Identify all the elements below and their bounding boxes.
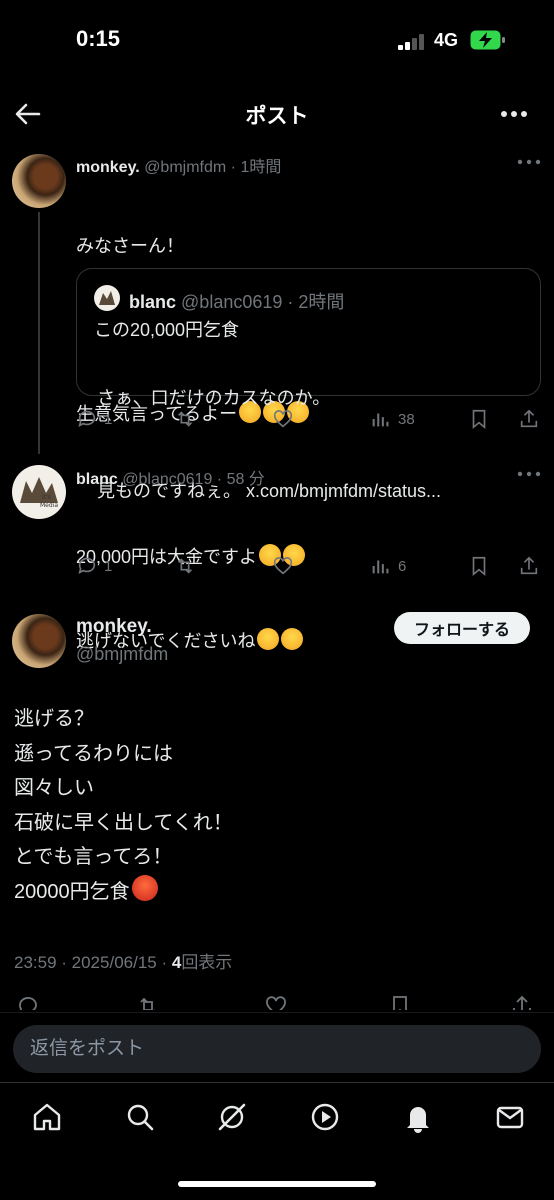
handle: @bmjmfdm xyxy=(76,644,169,664)
reply-icon xyxy=(78,410,96,427)
heart-icon xyxy=(273,557,293,575)
views-count: 4 xyxy=(171,953,182,972)
grok-icon[interactable] xyxy=(216,1101,248,1133)
analytics-icon xyxy=(372,413,389,427)
repost-button[interactable] xyxy=(174,552,196,580)
search-icon[interactable] xyxy=(124,1101,156,1133)
more-options-icon[interactable] xyxy=(517,471,541,477)
repost-icon[interactable] xyxy=(136,994,160,1010)
crying-emoji xyxy=(255,628,304,651)
share-icon[interactable] xyxy=(510,994,534,1010)
reply-button[interactable]: 1 xyxy=(76,405,112,433)
svg-text:Media: Media xyxy=(40,502,58,509)
bookmark-icon xyxy=(472,556,486,577)
battery-charging-icon xyxy=(470,30,505,50)
bookmark-button[interactable] xyxy=(468,552,490,580)
handle: @blanc0619 xyxy=(122,471,213,488)
thread-connector xyxy=(38,212,40,454)
reply-input[interactable] xyxy=(13,1025,541,1073)
bookmark-icon[interactable] xyxy=(388,994,412,1010)
status-time: 0:15 xyxy=(76,26,121,51)
like-button[interactable] xyxy=(272,405,294,433)
messages-icon[interactable] xyxy=(494,1101,526,1133)
repost-icon xyxy=(177,411,193,427)
quoted-post[interactable]: blanc @blanc0619 · 2時間 さぁ、口だけのカスなのか。 見もの… xyxy=(76,268,541,501)
tweet-actions: 1 38 xyxy=(76,405,540,433)
avatar[interactable] xyxy=(12,154,66,208)
share-button[interactable] xyxy=(518,405,540,433)
views-button[interactable]: 6 xyxy=(370,552,406,580)
home-icon[interactable] xyxy=(31,1101,63,1133)
display-name[interactable]: blanc xyxy=(76,471,118,488)
post-actions xyxy=(0,990,554,1010)
post-time: 58 分 xyxy=(226,471,265,488)
repost-icon xyxy=(177,558,193,574)
more-options-icon[interactable] xyxy=(500,110,528,118)
svg-text:It's: It's xyxy=(42,494,51,501)
display-name: blanc xyxy=(129,292,177,312)
handle: @bmjmfdm xyxy=(144,159,227,176)
post-time: 2時間 xyxy=(298,292,345,312)
page-title: ポスト xyxy=(245,105,309,128)
avatar[interactable] xyxy=(12,614,66,668)
avatar xyxy=(94,285,120,311)
repost-button[interactable] xyxy=(174,405,196,433)
home-indicator[interactable] xyxy=(178,1181,376,1187)
post-timestamp: 23:59 · 2025/06/15 · 4回表示 xyxy=(14,953,233,972)
more-options-icon[interactable] xyxy=(517,159,541,165)
share-icon xyxy=(520,556,538,575)
reply-icon[interactable] xyxy=(16,994,40,1010)
top-app-bar: ポスト xyxy=(0,84,554,144)
tweet-actions: 1 6 xyxy=(76,552,540,580)
reply-bar xyxy=(0,1012,554,1082)
tweet-text: 20,000円は大金ですよ 逃げないでくださいね xyxy=(76,487,306,711)
network-type: 4G xyxy=(434,30,459,50)
display-name[interactable]: monkey. xyxy=(76,159,140,176)
like-button[interactable] xyxy=(272,552,294,580)
heart-icon xyxy=(273,410,293,428)
reply-icon xyxy=(78,557,96,574)
bookmark-icon xyxy=(472,409,486,430)
share-icon xyxy=(520,409,538,428)
share-button[interactable] xyxy=(518,552,540,580)
views-button[interactable]: 38 xyxy=(370,405,415,433)
avatar[interactable]: It's Media xyxy=(12,465,66,519)
post-text: 逃げる？ 遜ってるわりには 図々しい 石破に早く出してくれ！ とでも言ってろ！ … xyxy=(14,708,233,903)
cursing-face-emoji xyxy=(131,874,158,901)
follow-button[interactable]: フォローする xyxy=(394,612,530,644)
handle: @blanc0619 xyxy=(181,292,283,312)
post-time: 1時間 xyxy=(240,159,282,176)
video-icon[interactable] xyxy=(309,1101,341,1133)
heart-icon[interactable] xyxy=(264,994,288,1010)
analytics-icon xyxy=(372,560,389,574)
reply-button[interactable]: 1 xyxy=(76,552,112,580)
bookmark-button[interactable] xyxy=(468,405,490,433)
notifications-icon[interactable] xyxy=(402,1101,434,1133)
signal-icon xyxy=(398,34,426,50)
status-bar: 0:15 4G xyxy=(0,0,554,84)
display-name[interactable]: monkey. xyxy=(76,616,152,638)
